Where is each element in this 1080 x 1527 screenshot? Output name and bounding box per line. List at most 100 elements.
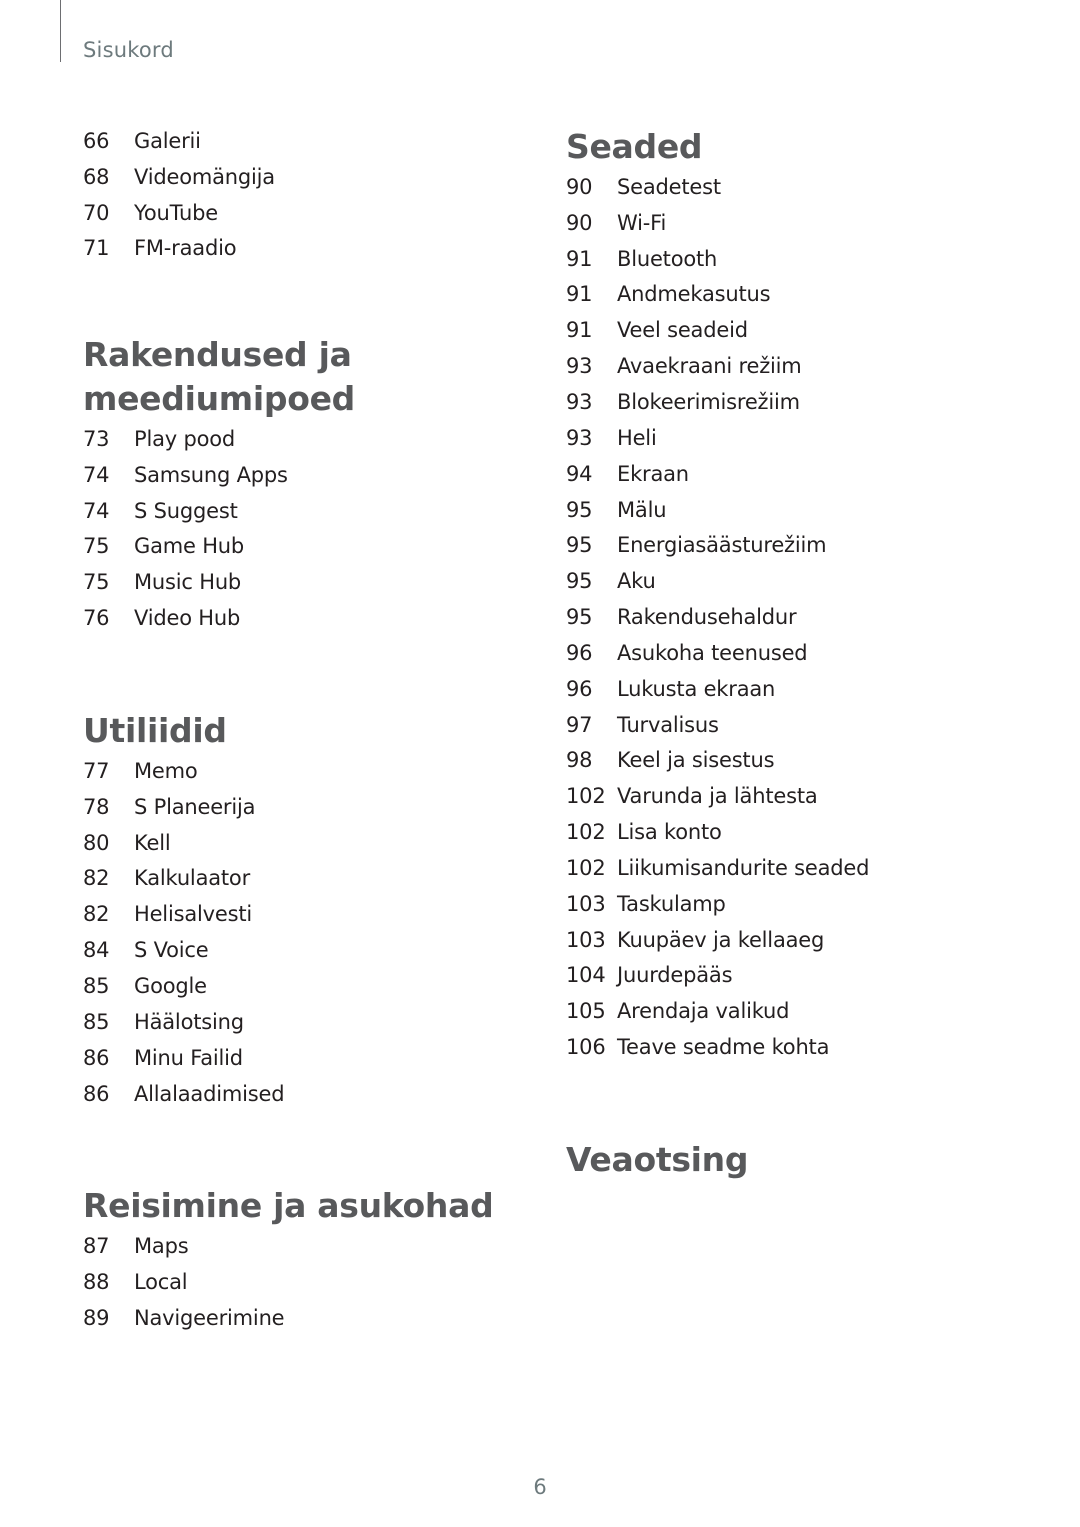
toc-entry-label: YouTube [134,200,218,225]
toc-entry-page-number: 86 [83,1081,110,1106]
toc-entry-label: Lisa konto [617,820,722,845]
toc-entry[interactable]: 95 Aku [566,563,1026,599]
toc-entry-page-number: 76 [83,606,110,631]
toc-entry-page-number: 96 [566,640,593,665]
toc-entry-label: FM-raadio [134,236,237,261]
toc-entry-page-number: 75 [83,570,110,595]
toc-entry-label: Arendaja valikud [617,999,790,1024]
toc-entry[interactable]: 74 S Suggest [83,493,503,529]
toc-entry-label: Taskulamp [617,891,726,916]
toc-section-travel: Reisimine ja asukohad 87 Maps 88 Local 89 Nav… [83,1184,503,1336]
toc-entry[interactable]: 98 Keel ja sisestus [566,743,1026,779]
toc-entry[interactable]: 102 Varunda ja lähtesta [566,778,1026,814]
toc-entry-label: Galerii [134,128,201,153]
toc-entry[interactable]: 106 Teave seadme kohta [566,1029,1026,1065]
section-title[interactable]: Rakendused ja meediumipoed [83,333,503,421]
section-title[interactable]: Utiliidid [83,709,503,753]
section-title[interactable]: Seaded [566,125,1026,169]
toc-entry-label: Wi-Fi [617,210,667,235]
toc-entry-label: Music Hub [134,570,242,595]
toc-entry-label: Videomängija [134,164,275,189]
toc-entry[interactable]: 66 Galerii [83,123,503,159]
section-title-line: meediumipoed [83,379,355,418]
toc-entry-label: Liikumisandurite seaded [617,855,870,880]
toc-entry[interactable]: 70 YouTube [83,195,503,231]
toc-entry-page-number: 88 [83,1269,110,1294]
toc-entry[interactable]: 95 Rakendusehaldur [566,599,1026,635]
toc-entry-page-number: 87 [83,1233,110,1258]
toc-entry-page-number: 70 [83,200,110,225]
toc-entry[interactable]: 96 Lukusta ekraan [566,671,1026,707]
toc-entry[interactable]: 95 Energiasäästurežiim [566,527,1026,563]
toc-entry-page-number: 98 [566,748,593,773]
toc-entry[interactable]: 103 Kuupäev ja kellaaeg [566,922,1026,958]
toc-entry[interactable]: 82 Kalkulaator [83,861,503,897]
toc-entry[interactable]: 82 Helisalvesti [83,896,503,932]
toc-list: 87 Maps 88 Local 89 Navigeerimine [83,1228,503,1336]
toc-list: 77 Memo 78 S Planeerija 80 Kell 82 Kalkulaator 8… [83,753,503,1111]
toc-entry[interactable]: 102 Lisa konto [566,814,1026,850]
toc-entry[interactable]: 76 Video Hub [83,600,503,636]
toc-entry[interactable]: 80 Kell [83,825,503,861]
toc-entry[interactable]: 102 Liikumisandurite seaded [566,850,1026,886]
toc-entry-label: S Suggest [134,498,238,523]
toc-entry[interactable]: 97 Turvalisus [566,707,1026,743]
toc-entry[interactable]: 104 Juurdepääs [566,958,1026,994]
toc-entry[interactable]: 77 Memo [83,753,503,789]
toc-entry-label: Andmekasutus [617,282,771,307]
toc-entry[interactable]: 87 Maps [83,1228,503,1264]
toc-entry[interactable]: 85 Häälotsing [83,1004,503,1040]
toc-entry-page-number: 103 [566,927,606,952]
toc-entry-label: Google [134,973,207,998]
toc-entry[interactable]: 75 Game Hub [83,529,503,565]
toc-entry-label: Avaekraani režiim [617,354,802,379]
toc-entry[interactable]: 96 Asukoha teenused [566,635,1026,671]
toc-entry-label: Bluetooth [617,246,718,271]
toc-entry-label: Minu Failid [134,1045,243,1070]
toc-entry-label: Turvalisus [617,712,719,737]
toc-entry[interactable]: 103 Taskulamp [566,886,1026,922]
toc-entry[interactable]: 91 Andmekasutus [566,277,1026,313]
toc-entry[interactable]: 85 Google [83,968,503,1004]
toc-entry[interactable]: 93 Avaekraani režiim [566,348,1026,384]
section-title[interactable]: Veaotsing [566,1138,1026,1182]
toc-entry[interactable]: 95 Mälu [566,492,1026,528]
toc-entry[interactable]: 91 Bluetooth [566,241,1026,277]
toc-entry[interactable]: 74 Samsung Apps [83,457,503,493]
page-header-title: Sisukord [83,38,174,62]
toc-entry-page-number: 91 [566,282,593,307]
toc-entry[interactable]: 86 Minu Failid [83,1040,503,1076]
toc-entry-page-number: 106 [566,1035,606,1060]
toc-entry[interactable]: 93 Heli [566,420,1026,456]
toc-entry[interactable]: 105 Arendaja valikud [566,993,1026,1029]
section-title[interactable]: Reisimine ja asukohad [83,1184,503,1228]
toc-entry-label: Video Hub [134,606,241,631]
toc-entry-label: Samsung Apps [134,462,288,487]
toc-entry-page-number: 95 [566,569,593,594]
toc-entry-page-number: 91 [566,318,593,343]
toc-entry[interactable]: 71 FM-raadio [83,231,503,267]
toc-entry-page-number: 90 [566,210,593,235]
toc-entry[interactable]: 86 Allalaadimised [83,1076,503,1112]
toc-entry-page-number: 71 [83,236,110,261]
toc-entry[interactable]: 68 Videomängija [83,159,503,195]
toc-entry-page-number: 77 [83,758,110,783]
toc-entry[interactable]: 90 Seadetest [566,169,1026,205]
toc-entry[interactable]: 93 Blokeerimisrežiim [566,384,1026,420]
toc-entry[interactable]: 94 Ekraan [566,456,1026,492]
toc-entry[interactable]: 88 Local [83,1264,503,1300]
toc-entry-page-number: 78 [83,794,110,819]
toc-entry[interactable]: 84 S Voice [83,932,503,968]
toc-entry-label: Keel ja sisestus [617,748,775,773]
toc-entry-label: Asukoha teenused [617,640,808,665]
toc-entry[interactable]: 89 Navigeerimine [83,1300,503,1336]
toc-section-settings: Seaded 90 Seadetest 90 Wi-Fi 91 Bluetooth 91 An… [566,125,1026,1065]
toc-entry-label: Juurdepääs [617,963,733,988]
toc-entry-label: Aku [617,569,656,594]
toc-entry[interactable]: 90 Wi-Fi [566,205,1026,241]
toc-entry[interactable]: 75 Music Hub [83,564,503,600]
toc-entry[interactable]: 73 Play pood [83,421,503,457]
toc-entry-label: Teave seadme kohta [617,1035,830,1060]
toc-entry[interactable]: 78 S Planeerija [83,789,503,825]
toc-entry[interactable]: 91 Veel seadeid [566,312,1026,348]
